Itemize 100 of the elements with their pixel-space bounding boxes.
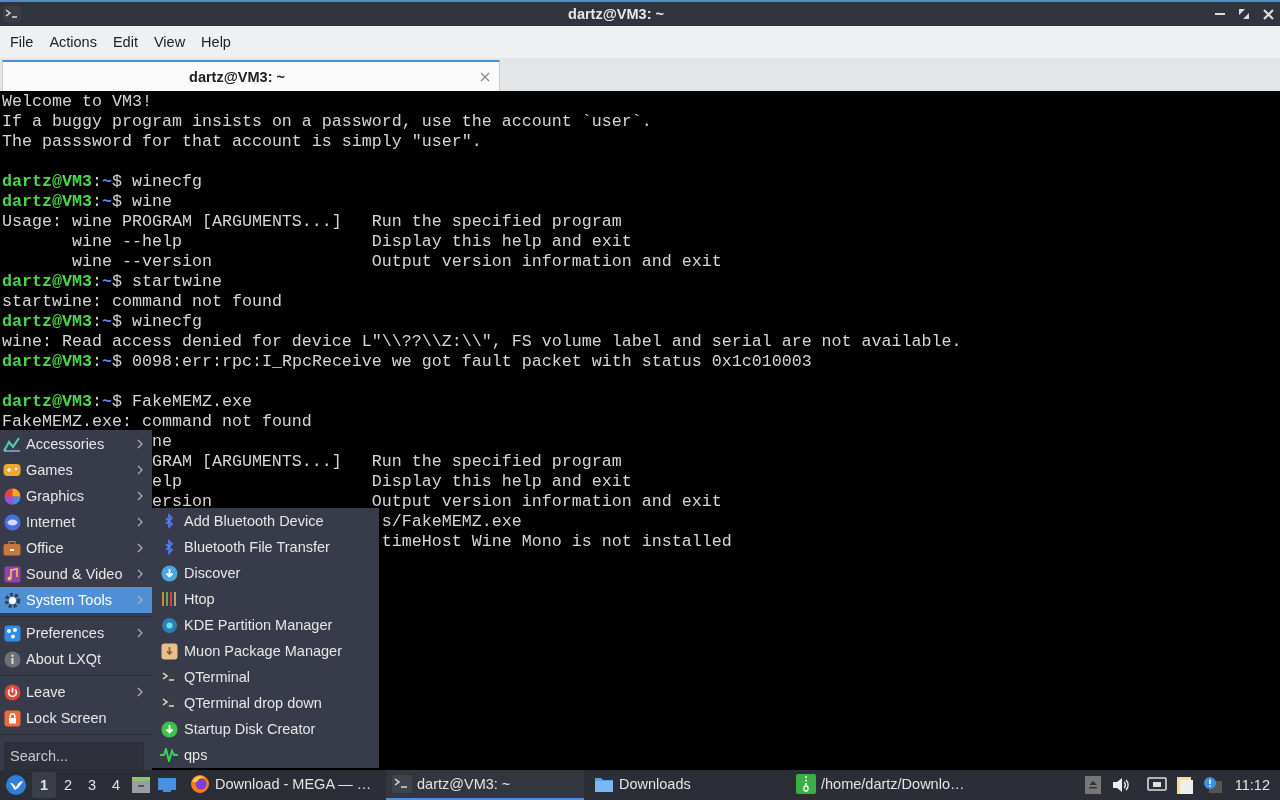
power-icon bbox=[3, 683, 21, 701]
prompt-user: dartz@VM3 bbox=[2, 192, 92, 211]
menu-item[interactable]: Preferences bbox=[0, 620, 152, 646]
gamepad-icon bbox=[3, 463, 21, 477]
menu-item[interactable]: Discover bbox=[152, 560, 379, 586]
prompt-symbol: $ bbox=[111, 192, 122, 211]
lock-icon bbox=[3, 709, 21, 727]
archive-icon bbox=[796, 774, 816, 794]
output-line: s/FakeMEMZ.exe bbox=[381, 512, 522, 531]
prompt-path: ~ bbox=[101, 192, 112, 211]
prompt-separator: : bbox=[91, 392, 102, 411]
restore-icon bbox=[1238, 8, 1250, 20]
output-line: startwine: command not found bbox=[2, 292, 282, 311]
prompt-separator: : bbox=[91, 352, 102, 371]
download-icon bbox=[160, 720, 178, 738]
speaker-icon bbox=[1111, 777, 1130, 793]
output-line: Usage: wine PROGRAM [ARGUMENTS...] Run the specified program bbox=[2, 212, 622, 231]
command-text: winecfg bbox=[131, 312, 202, 331]
prompt-separator: : bbox=[91, 312, 102, 331]
menu-item[interactable]: Graphics bbox=[0, 483, 152, 509]
terminal-icon bbox=[3, 6, 21, 22]
search-field[interactable]: Search... bbox=[4, 742, 144, 770]
task-button[interactable]: /home/dartz/Downlo… bbox=[790, 770, 988, 800]
output-line: If a buggy program insists on a password, use the account `user`. bbox=[2, 112, 652, 131]
desktop-switch[interactable]: 2 bbox=[56, 772, 80, 798]
prompt-user: dartz@VM3 bbox=[2, 172, 92, 191]
prompt-path: ~ bbox=[101, 352, 112, 371]
firefox-icon bbox=[190, 774, 210, 794]
menu-item[interactable]: Muon Package Manager bbox=[152, 638, 379, 664]
desktop-icon bbox=[157, 777, 177, 793]
output-line: Welcome to VM3! bbox=[2, 92, 152, 111]
menu-item[interactable]: Sound & Video bbox=[0, 561, 152, 587]
menu-item[interactable]: KDE Partition Manager bbox=[152, 612, 379, 638]
desktop-switch[interactable]: 4 bbox=[104, 772, 128, 798]
prompt-separator: : bbox=[91, 272, 102, 291]
menu-item[interactable]: QTerminal bbox=[152, 664, 379, 690]
prompt-separator: : bbox=[91, 192, 102, 211]
terminal-tab[interactable]: dartz@VM3: ~ bbox=[2, 60, 500, 91]
package-icon bbox=[160, 642, 178, 660]
output-line: The passsword for that account is simply "user". bbox=[2, 132, 482, 151]
command-text: startwine bbox=[131, 272, 222, 291]
eject-icon bbox=[1084, 776, 1101, 794]
alert-icon bbox=[1202, 776, 1223, 794]
output-line: FakeMEMZ.exe: command not found bbox=[2, 412, 312, 431]
menu-item[interactable]: About LXQt bbox=[0, 646, 152, 672]
logo-icon bbox=[5, 774, 27, 796]
prompt-path: ~ bbox=[101, 272, 112, 291]
cabinet-icon bbox=[131, 776, 151, 794]
waveform-icon bbox=[160, 748, 178, 762]
menu-bar-item[interactable]: View bbox=[145, 34, 194, 50]
close-icon bbox=[1262, 8, 1274, 20]
download-icon bbox=[160, 564, 178, 582]
menu-item[interactable]: Accessories bbox=[0, 431, 152, 457]
menu-bar-item[interactable]: Actions bbox=[41, 34, 105, 50]
terminal-icon bbox=[392, 775, 412, 793]
menu-bar-item[interactable]: Edit bbox=[104, 34, 146, 50]
info-icon bbox=[3, 650, 21, 668]
menu-item[interactable]: QTerminal drop down bbox=[152, 690, 379, 716]
menu-bar-item[interactable]: File bbox=[2, 34, 42, 50]
output-line: timeHost Wine Mono is not installed bbox=[381, 532, 732, 551]
prompt-user: dartz@VM3 bbox=[2, 392, 92, 411]
menu-item[interactable]: qps bbox=[152, 742, 379, 768]
prompt-path: ~ bbox=[101, 392, 112, 411]
window-title: dartz@VM3: ~ bbox=[567, 6, 665, 22]
task-button[interactable]: dartz@VM3: ~ bbox=[386, 770, 584, 800]
menu-item[interactable]: Office bbox=[0, 535, 152, 561]
prompt-symbol: $ bbox=[111, 312, 122, 331]
gear-icon bbox=[3, 591, 21, 609]
menu-item[interactable]: Bluetooth File Transfer bbox=[152, 534, 379, 560]
terminal-icon bbox=[160, 695, 178, 711]
prompt-user: dartz@VM3 bbox=[2, 272, 92, 291]
menu-item[interactable]: Leave bbox=[0, 679, 152, 705]
desktop-switch[interactable]: 3 bbox=[80, 772, 104, 798]
music-note-icon bbox=[3, 565, 21, 583]
network-icon bbox=[1146, 777, 1167, 793]
minimize-icon bbox=[1215, 12, 1225, 16]
output-line: ersion Output version information and exit bbox=[151, 492, 722, 511]
task-button[interactable]: Downloads bbox=[588, 770, 786, 800]
command-text: 0098:err:rpc:I_RpcReceive we got fault packet with status 0x1c010003 bbox=[131, 352, 812, 371]
menu-item[interactable]: Games bbox=[0, 457, 152, 483]
prompt-symbol: $ bbox=[111, 272, 122, 291]
menu-bar-item[interactable]: Help bbox=[193, 34, 239, 50]
prompt-symbol: $ bbox=[111, 392, 122, 411]
menu-item[interactable]: Internet bbox=[0, 509, 152, 535]
command-text: winecfg bbox=[131, 172, 202, 191]
prompt-path: ~ bbox=[101, 312, 112, 331]
clock[interactable]: 11:12 bbox=[1226, 777, 1280, 793]
task-button[interactable]: Download - MEGA — … bbox=[184, 770, 382, 800]
menu-item[interactable]: Startup Disk Creator bbox=[152, 716, 379, 742]
menu-item[interactable]: Htop bbox=[152, 586, 379, 612]
folder-icon bbox=[594, 775, 614, 793]
dots-icon bbox=[3, 624, 21, 642]
globe-icon bbox=[3, 513, 21, 531]
disc-icon bbox=[160, 616, 178, 634]
menu-item[interactable]: Lock Screen bbox=[0, 705, 152, 731]
menu-item[interactable]: Add Bluetooth Device bbox=[152, 508, 379, 534]
output-line: ne bbox=[151, 432, 172, 451]
desktop-switch[interactable]: 1 bbox=[32, 772, 56, 798]
prompt-separator: : bbox=[91, 172, 102, 191]
close-icon bbox=[480, 71, 490, 82]
